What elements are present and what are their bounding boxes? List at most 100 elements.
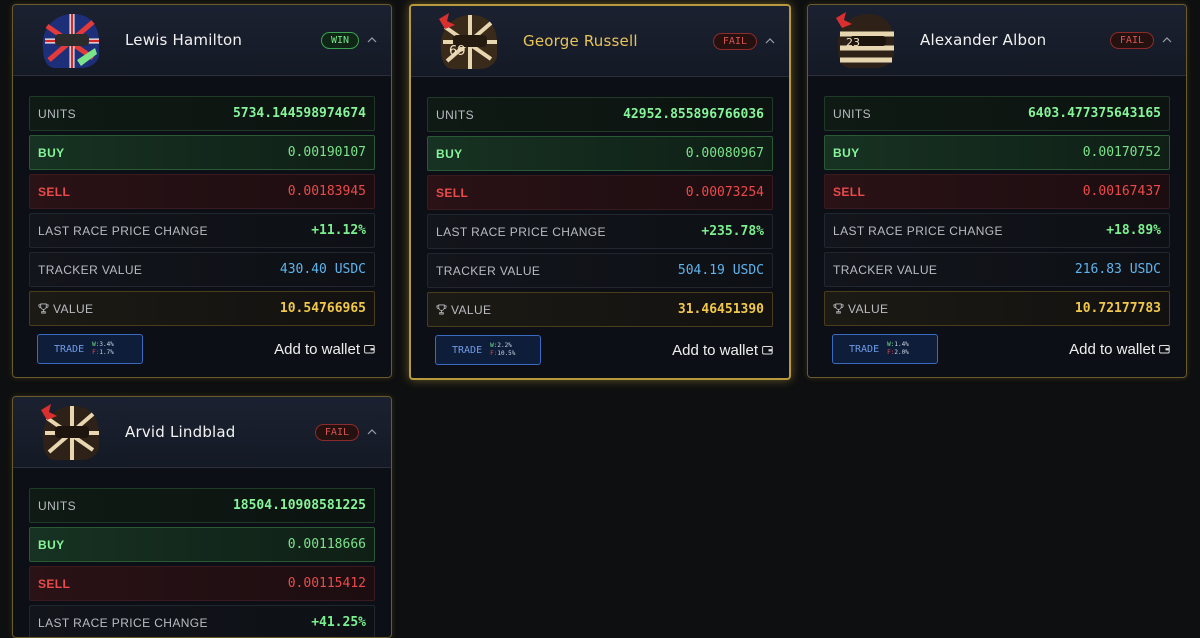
units-row: UNITS 6403.477375643165	[824, 96, 1170, 131]
units-label: UNITS	[38, 498, 76, 513]
win-rate: 1.4%	[894, 341, 909, 348]
units-label: UNITS	[833, 106, 871, 121]
card-header[interactable]: Lewis Hamilton WIN	[13, 5, 391, 76]
helmet-icon	[42, 14, 99, 68]
trade-button[interactable]: TRADE W:1.4% F:2.0%	[832, 334, 938, 364]
tracker-row: TRACKER VALUE 216.83 USDC	[824, 252, 1170, 287]
price-change-row: LAST RACE PRICE CHANGE +18.89%	[824, 213, 1170, 248]
units-row: UNITS 18504.10908581225	[29, 488, 375, 523]
helmet-icon	[41, 404, 99, 460]
driver-card-albon: 23 Alexander Albon FAIL UNITS 6403.477375…	[807, 4, 1187, 378]
fail-rate: 1.7%	[99, 349, 114, 356]
add-to-wallet-button[interactable]: Add to wallet	[274, 341, 375, 358]
tracker-value: 216.83 USDC	[1074, 262, 1161, 277]
status-badge: FAIL	[1109, 31, 1154, 49]
units-row: UNITS 42952.855896766036	[427, 97, 773, 132]
driver-name: Alexander Albon	[920, 31, 1047, 49]
svg-text:69: 69	[449, 44, 466, 59]
value-amount: 10.72177783	[1074, 301, 1161, 316]
trade-button[interactable]: TRADE W:3.4% F:1.7%	[37, 334, 143, 364]
wallet-icon	[364, 345, 375, 354]
value-label: VALUE	[451, 302, 492, 317]
trophy-icon	[833, 303, 844, 313]
wallet-icon	[762, 346, 773, 355]
value-row: VALUE 31.46451390	[427, 292, 773, 327]
price-change-value: +18.89%	[1106, 223, 1161, 238]
sell-label: SELL	[38, 184, 71, 199]
sell-value: 0.00073254	[685, 185, 764, 200]
value-amount: 31.46451390	[677, 302, 764, 317]
card-header[interactable]: 23 Alexander Albon FAIL	[808, 5, 1186, 76]
buy-row[interactable]: BUY 0.00170752	[824, 135, 1170, 170]
sell-row[interactable]: SELL 0.00073254	[427, 175, 773, 210]
driver-card-hamilton: Lewis Hamilton WIN UNITS 5734.14459897467…	[12, 4, 392, 378]
trade-label: TRADE	[54, 343, 85, 355]
value-label: VALUE	[848, 301, 889, 316]
chevron-up-icon[interactable]	[367, 428, 377, 436]
chevron-up-icon[interactable]	[1162, 36, 1172, 44]
sell-label: SELL	[436, 185, 469, 200]
buy-row[interactable]: BUY 0.00118666	[29, 527, 375, 562]
units-label: UNITS	[436, 107, 474, 122]
tracker-label: TRACKER VALUE	[436, 263, 541, 278]
tracker-row: TRACKER VALUE 430.40 USDC	[29, 252, 375, 287]
value-row: VALUE 10.72177783	[824, 291, 1170, 326]
price-change-value: +235.78%	[701, 224, 764, 239]
win-rate: 3.4%	[99, 341, 114, 348]
tracker-label: TRACKER VALUE	[833, 262, 938, 277]
buy-row[interactable]: BUY 0.00080967	[427, 136, 773, 171]
add-to-wallet-label: Add to wallet	[274, 340, 360, 358]
price-change-row: LAST RACE PRICE CHANGE +235.78%	[427, 214, 773, 249]
add-to-wallet-label: Add to wallet	[672, 341, 758, 359]
status-badge: WIN	[320, 31, 359, 49]
tracker-row: TRACKER VALUE 504.19 USDC	[427, 253, 773, 288]
buy-value: 0.00118666	[287, 537, 366, 552]
units-value: 5734.144598974674	[232, 106, 366, 121]
add-to-wallet-button[interactable]: Add to wallet	[672, 342, 773, 359]
helmet-icon: 69	[439, 13, 497, 69]
price-change-value: +11.12%	[311, 223, 366, 238]
tracker-value: 430.40 USDC	[279, 262, 366, 277]
wallet-icon	[1159, 345, 1170, 354]
status-badge: FAIL	[314, 423, 359, 441]
fail-rate: 2.0%	[894, 349, 909, 356]
price-change-label: LAST RACE PRICE CHANGE	[436, 224, 606, 239]
sell-row[interactable]: SELL 0.00167437	[824, 174, 1170, 209]
driver-card-russell: 69 George Russell FAIL UNITS 42952.855896…	[409, 4, 791, 380]
trade-label: TRADE	[452, 344, 483, 356]
buy-label: BUY	[38, 537, 65, 552]
status-badge: FAIL	[712, 32, 757, 50]
sell-label: SELL	[833, 184, 866, 199]
trade-button[interactable]: TRADE W:2.2% F:10.5%	[435, 335, 541, 365]
fail-rate: 10.5%	[497, 350, 516, 357]
buy-label: BUY	[38, 145, 65, 160]
trade-label: TRADE	[849, 343, 880, 355]
units-value: 18504.10908581225	[232, 498, 366, 513]
chevron-up-icon[interactable]	[367, 36, 377, 44]
driver-card-lindblad: Arvid Lindblad FAIL UNITS 18504.109085812…	[12, 396, 392, 638]
buy-value: 0.00170752	[1082, 145, 1161, 160]
buy-row[interactable]: BUY 0.00190107	[29, 135, 375, 170]
buy-label: BUY	[436, 146, 463, 161]
units-row: UNITS 5734.144598974674	[29, 96, 375, 131]
buy-label: BUY	[833, 145, 860, 160]
helmet-icon: 23	[836, 12, 894, 68]
chevron-up-icon[interactable]	[765, 37, 775, 45]
sell-value: 0.00115412	[287, 576, 366, 591]
units-value: 42952.855896766036	[623, 107, 764, 122]
add-to-wallet-button[interactable]: Add to wallet	[1069, 341, 1170, 358]
buy-value: 0.00080967	[685, 146, 764, 161]
card-header[interactable]: Arvid Lindblad FAIL	[13, 397, 391, 468]
sell-row[interactable]: SELL 0.00183945	[29, 174, 375, 209]
value-label: VALUE	[53, 301, 94, 316]
win-rate: 2.2%	[497, 342, 512, 349]
card-header[interactable]: 69 George Russell FAIL	[411, 6, 789, 77]
sell-value: 0.00183945	[287, 184, 366, 199]
driver-name: Lewis Hamilton	[125, 31, 243, 49]
price-change-label: LAST RACE PRICE CHANGE	[38, 223, 208, 238]
price-change-label: LAST RACE PRICE CHANGE	[833, 223, 1003, 238]
trophy-icon	[436, 304, 447, 314]
buy-value: 0.00190107	[287, 145, 366, 160]
sell-row[interactable]: SELL 0.00115412	[29, 566, 375, 601]
driver-name: Arvid Lindblad	[125, 423, 236, 441]
